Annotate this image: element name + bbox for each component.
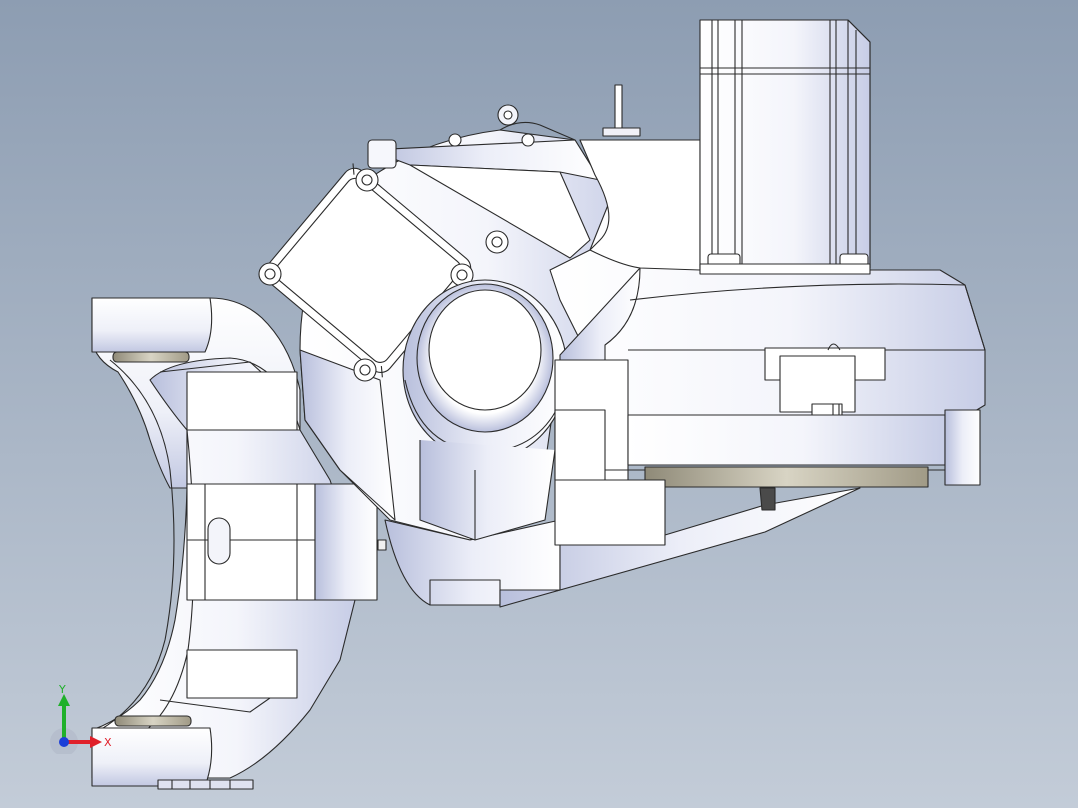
cad-graphics-viewport[interactable]: Y X bbox=[0, 0, 1078, 808]
servo-motor bbox=[699, 19, 871, 275]
cad-model-robot-wrist-assembly[interactable] bbox=[0, 0, 1078, 808]
x-axis-arrowhead bbox=[90, 736, 102, 748]
y-axis-label: Y bbox=[58, 684, 66, 696]
coordinate-triad: Y X bbox=[50, 684, 112, 754]
x-axis-label: X bbox=[104, 736, 112, 749]
main-bore bbox=[402, 279, 568, 541]
z-axis-origin-dot bbox=[59, 737, 69, 747]
